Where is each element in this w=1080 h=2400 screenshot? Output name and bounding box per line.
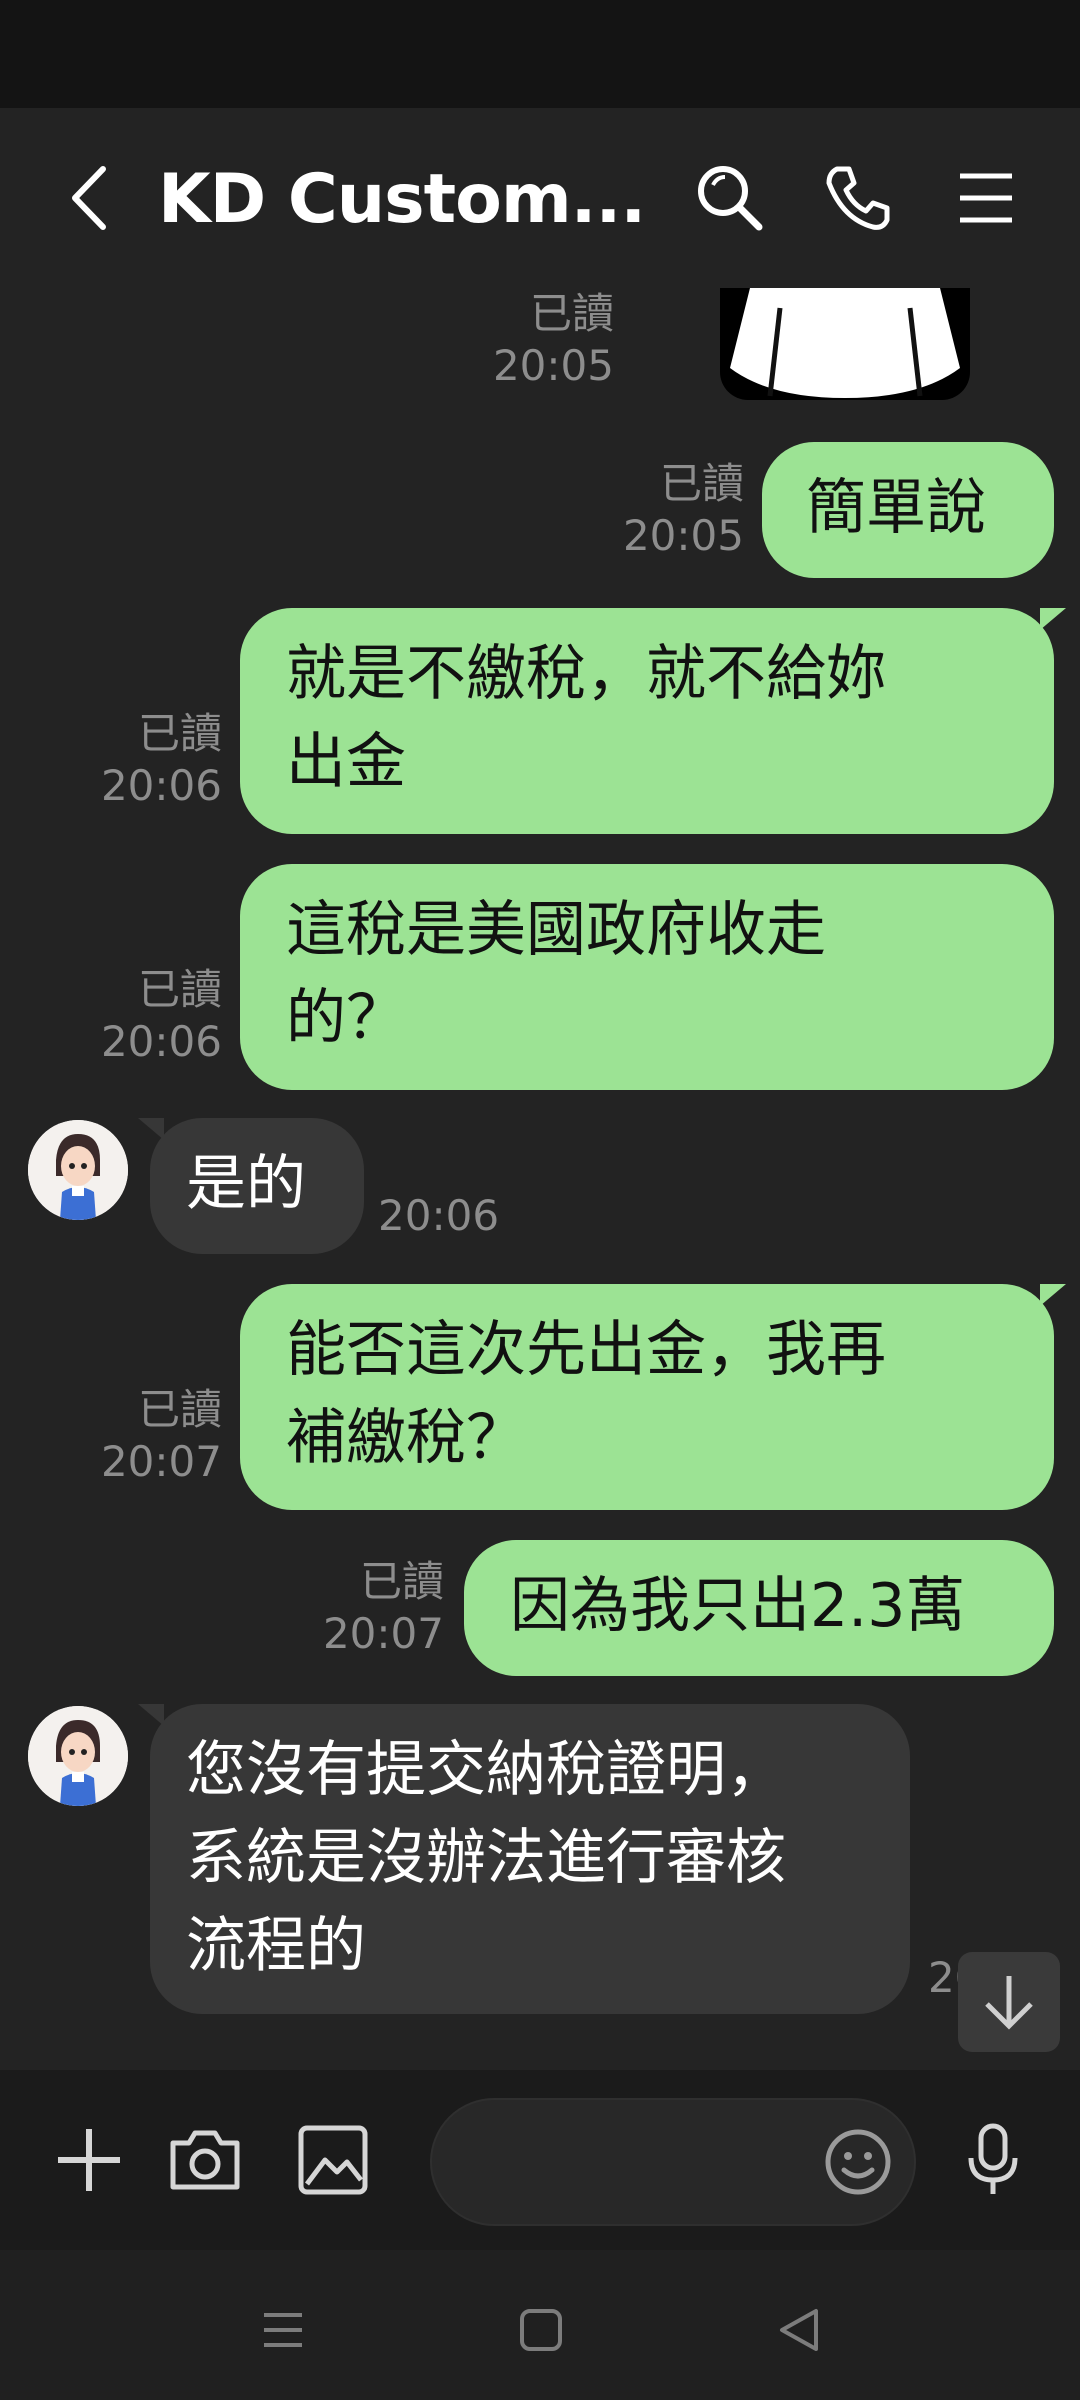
bubble-tail bbox=[1040, 1284, 1066, 1306]
message-text-line: 您沒有提交納稅證明， bbox=[186, 1735, 786, 1805]
read-receipt: 已讀 bbox=[137, 965, 222, 1014]
phone-icon bbox=[826, 166, 890, 230]
system-nav-bar bbox=[0, 2250, 1080, 2400]
sent-image[interactable] bbox=[720, 288, 970, 400]
message-input[interactable] bbox=[430, 2098, 916, 2226]
message-text: 簡單說 bbox=[806, 473, 986, 543]
read-receipt: 已讀 bbox=[137, 709, 222, 758]
message-text-line: 流程的 bbox=[186, 1911, 366, 1981]
camera-button[interactable] bbox=[160, 2115, 250, 2205]
message-text-line: 出金 bbox=[286, 727, 406, 797]
bubble-tail bbox=[138, 1704, 164, 1726]
message-text-line: 的？ bbox=[286, 983, 406, 1053]
message-text-line: 就是不繳稅，就不給妳 bbox=[286, 639, 886, 709]
read-receipt: 已讀 bbox=[659, 459, 744, 508]
outgoing-message[interactable]: 這稅是美國政府收走 的？ bbox=[240, 864, 1054, 1090]
contact-avatar[interactable] bbox=[28, 1120, 128, 1220]
camera-icon bbox=[170, 2130, 240, 2190]
message-text-line: 補繳稅？ bbox=[286, 1403, 526, 1473]
incoming-message[interactable]: 是的 bbox=[150, 1118, 364, 1254]
message-text-line: 這稅是美國政府收走 bbox=[286, 895, 826, 965]
sticker-image bbox=[730, 288, 960, 398]
message-text: 是的 bbox=[186, 1149, 306, 1219]
chat-title[interactable]: KD Custom... bbox=[158, 160, 646, 239]
chevron-left-icon bbox=[72, 166, 106, 230]
gallery-button[interactable] bbox=[288, 2115, 378, 2205]
timestamp: 20:05 bbox=[622, 511, 744, 560]
emoji-button[interactable] bbox=[822, 2126, 894, 2198]
contact-avatar[interactable] bbox=[28, 1706, 128, 1806]
message-text: 因為我只出2.3萬 bbox=[510, 1571, 966, 1641]
chat-header: KD Custom... bbox=[0, 108, 1080, 288]
bubble-tail bbox=[138, 1118, 164, 1140]
outgoing-message[interactable]: 因為我只出2.3萬 bbox=[464, 1540, 1054, 1676]
outgoing-message[interactable]: 就是不繳稅，就不給妳 出金 bbox=[240, 608, 1054, 834]
menu-icon bbox=[960, 173, 1012, 223]
home-button[interactable] bbox=[506, 2295, 576, 2365]
system-back-button[interactable] bbox=[764, 2295, 834, 2365]
message-text-line: 能否這次先出金，我再 bbox=[286, 1315, 886, 1385]
image-icon bbox=[298, 2125, 368, 2195]
back-button[interactable] bbox=[50, 158, 130, 238]
menu-button[interactable] bbox=[946, 158, 1026, 238]
call-button[interactable] bbox=[818, 158, 898, 238]
status-bar bbox=[0, 0, 1080, 108]
avatar-illustration bbox=[28, 1706, 128, 1806]
voice-button[interactable] bbox=[948, 2115, 1038, 2205]
message-input-field[interactable] bbox=[472, 2130, 836, 2196]
recents-icon bbox=[264, 2313, 302, 2347]
timestamp: 20:06 bbox=[100, 761, 222, 810]
outgoing-message[interactable]: 簡單說 bbox=[762, 442, 1054, 578]
timestamp: 20:06 bbox=[100, 1017, 222, 1066]
message-meta: 已讀 20:06 bbox=[60, 964, 222, 1068]
read-receipt: 已讀 bbox=[137, 1385, 222, 1434]
message-text-line: 系統是沒辦法進行審核 bbox=[186, 1823, 786, 1893]
microphone-icon bbox=[968, 2123, 1018, 2194]
timestamp: 20:07 bbox=[322, 1609, 444, 1658]
recent-apps-button[interactable] bbox=[248, 2295, 318, 2365]
incoming-message[interactable]: 您沒有提交納稅證明， 系統是沒辦法進行審核 流程的 bbox=[150, 1704, 910, 2014]
plus-icon bbox=[58, 2129, 120, 2191]
bubble-tail bbox=[1040, 608, 1066, 630]
read-receipt: 已讀 bbox=[529, 289, 614, 338]
avatar-illustration bbox=[28, 1120, 128, 1220]
back-triangle-icon bbox=[780, 2309, 818, 2351]
message-meta: 已讀 20:07 bbox=[270, 1556, 444, 1660]
timestamp: 20:07 bbox=[100, 1437, 222, 1486]
home-icon bbox=[520, 2309, 562, 2351]
message-composer bbox=[0, 2070, 1080, 2250]
message-meta: 已讀 20:05 bbox=[440, 288, 614, 392]
search-icon bbox=[698, 166, 763, 231]
message-meta: 已讀 20:05 bbox=[560, 458, 744, 562]
search-button[interactable] bbox=[690, 158, 770, 238]
timestamp: 20:05 bbox=[492, 341, 614, 390]
emoji-icon bbox=[825, 2129, 891, 2195]
message-meta: 已讀 20:06 bbox=[60, 708, 222, 812]
message-meta: 已讀 20:07 bbox=[60, 1384, 222, 1488]
timestamp: 20:06 bbox=[378, 1191, 500, 1240]
outgoing-message[interactable]: 能否這次先出金，我再 補繳稅？ bbox=[240, 1284, 1054, 1510]
message-list[interactable]: 已讀 20:05 已讀 20:05 簡單說 已讀 20:06 就是不繳稅，就不給… bbox=[0, 288, 1080, 2070]
scroll-to-bottom-button[interactable] bbox=[958, 1952, 1060, 2052]
add-button[interactable] bbox=[44, 2115, 134, 2205]
read-receipt: 已讀 bbox=[359, 1557, 444, 1606]
arrow-down-icon bbox=[985, 1976, 1033, 2030]
